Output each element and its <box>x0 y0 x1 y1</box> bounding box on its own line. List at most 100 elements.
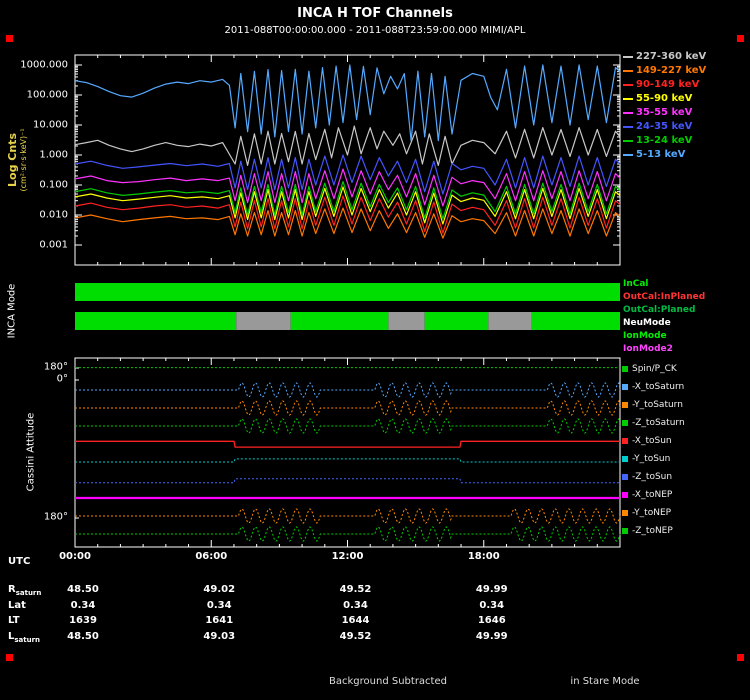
attitude-legend-item: -Z_toSun <box>622 472 672 482</box>
spectrum-y-tick-label: 1.000 <box>39 149 68 161</box>
corner-marker <box>737 35 744 42</box>
legend-line-swatch <box>623 55 633 58</box>
ephemeris-row-label: Lat <box>8 600 26 611</box>
detector-mode-bar-segment <box>75 312 237 330</box>
energy-legend-item: 35-55 keV <box>623 107 692 118</box>
spectrum-series-24-35-keV <box>74 154 621 195</box>
mode-legend-item: IonMode2 <box>623 344 673 354</box>
legend-square-swatch <box>622 456 628 462</box>
spectrum-series-5-13-keV <box>74 64 621 142</box>
attitude-legend-label: -Z_toNEP <box>632 526 673 536</box>
mode-legend-item: IonMode <box>623 331 667 341</box>
page-title: INCA H TOF Channels <box>297 6 453 21</box>
corner-marker <box>6 654 13 661</box>
attitude-series--Z_toSaturn <box>75 418 621 434</box>
detector-mode-bar-segment <box>424 312 489 330</box>
mode-legend-item: OutCal:InPlaned <box>623 292 706 302</box>
attitude-series--Z_toSun <box>75 478 620 484</box>
spectrum-series-227-360-keV <box>74 125 621 166</box>
attitude-legend-label: Spin/P_CK <box>632 364 677 374</box>
attitude-legend-label: -Z_toSun <box>632 472 673 482</box>
energy-legend-item: 13-24 keV <box>623 135 692 146</box>
attitude-panel-label: Cassini Attitude <box>25 412 37 492</box>
ephemeris-value: 48.50 <box>67 584 99 595</box>
ephemeris-value: 1639 <box>69 615 97 626</box>
energy-legend-item: 227-360 keV <box>623 51 706 62</box>
ephemeris-value: 49.03 <box>203 631 236 642</box>
legend-square-swatch <box>622 366 628 372</box>
ephemeris-row-label: Rsaturn <box>8 584 42 597</box>
legend-line-swatch <box>623 111 633 114</box>
legend-square-swatch <box>622 510 628 516</box>
attitude-panel-border <box>74 357 621 548</box>
energy-legend-label: 5-13 keV <box>636 149 686 160</box>
detector-mode-bar-segment <box>388 312 425 330</box>
attitude-legend-item: -X_toSaturn <box>622 382 684 392</box>
spectrum-y-tick-label: 0.010 <box>39 209 68 221</box>
legend-square-swatch <box>622 438 628 444</box>
spectrum-y-tick-label: 0.100 <box>39 179 68 191</box>
spectrum-y-tick-label: 100.000 <box>26 89 68 101</box>
time-tick-label: 06:00 <box>195 551 228 562</box>
energy-legend-label: 35-55 keV <box>636 107 693 118</box>
energy-legend-item: 5-13 keV <box>623 149 685 160</box>
time-tick-label: 12:00 <box>331 551 364 562</box>
legend-square-swatch <box>622 384 628 390</box>
energy-legend-item: 90-149 keV <box>623 79 699 90</box>
attitude-series--X_toSaturn <box>75 382 621 398</box>
spectrum-y-tick-label: 10.000 <box>33 119 68 131</box>
mode-legend-item: InCal <box>623 279 649 289</box>
mode-legend-item: NeuMode <box>623 318 671 328</box>
detector-mode-bar-segment <box>236 312 291 330</box>
energy-legend-label: 13-24 keV <box>636 135 693 146</box>
footer-stare-mode: in Stare Mode <box>570 676 640 687</box>
attitude-series--X_toSun <box>75 440 620 448</box>
ephemeris-value: 49.99 <box>475 631 508 642</box>
attitude-legend-label: -X_toSun <box>632 436 672 446</box>
legend-square-swatch <box>622 492 628 498</box>
ephemeris-value: 0.34 <box>206 600 232 611</box>
energy-legend-item: 55-90 keV <box>623 93 692 104</box>
legend-line-swatch <box>623 153 633 156</box>
attitude-y-tick-label: 180° <box>43 361 68 373</box>
attitude-legend-item: -Y_toNEP <box>622 508 671 518</box>
legend-line-swatch <box>623 83 633 86</box>
spectrum-y-tick-label: 0.001 <box>39 239 68 251</box>
attitude-legend-label: -Y_toSaturn <box>632 400 683 410</box>
attitude-series--Z_toNEP <box>75 526 621 542</box>
corner-marker <box>6 35 13 42</box>
attitude-legend-item: Spin/P_CK <box>622 364 677 374</box>
ephemeris-value: 48.50 <box>67 631 99 642</box>
legend-square-swatch <box>622 474 628 480</box>
ephemeris-value: 1644 <box>341 615 370 626</box>
ephemeris-row-label-subscript: saturn <box>14 636 41 644</box>
detector-mode-bar-segment <box>290 312 389 330</box>
attitude-series--Y_toSaturn <box>75 400 621 416</box>
time-tick-label: 18:00 <box>467 551 500 562</box>
ephemeris-value: 49.99 <box>475 584 508 595</box>
energy-legend-label: 149-227 keV <box>636 65 707 76</box>
ephemeris-value: 1646 <box>477 615 506 626</box>
attitude-legend-label: -X_toSaturn <box>632 382 685 392</box>
attitude-legend-label: -Z_toSaturn <box>632 418 685 428</box>
ephemeris-row-label: Lsaturn <box>8 631 41 644</box>
attitude-series--Y_toSun <box>75 458 620 463</box>
corner-marker <box>737 654 744 661</box>
mode-legend-item: OutCal:Planed <box>623 305 696 315</box>
detector-mode-bar-segment <box>488 312 532 330</box>
footer-background-subtracted: Background Subtracted <box>329 676 447 687</box>
energy-legend-label: 227-360 keV <box>636 51 707 62</box>
ephemeris-value: 49.02 <box>203 584 236 595</box>
ephemeris-value: 1641 <box>205 615 234 626</box>
attitude-y-tick-label: 0° <box>56 373 68 385</box>
page-subtitle: 2011-088T00:00:00.000 - 2011-088T23:59:0… <box>224 25 526 36</box>
attitude-legend-item: -X_toSun <box>622 436 672 446</box>
ephemeris-value: 49.52 <box>339 584 372 595</box>
energy-legend-item: 24-35 keV <box>623 121 692 132</box>
ephemeris-value: 49.52 <box>339 631 372 642</box>
ephemeris-value: 0.34 <box>343 600 368 611</box>
ephemeris-value: 0.34 <box>479 600 505 611</box>
legend-square-swatch <box>622 420 628 426</box>
cal-mode-bar-segment <box>75 283 620 301</box>
energy-legend-label: 24-35 keV <box>636 121 693 132</box>
